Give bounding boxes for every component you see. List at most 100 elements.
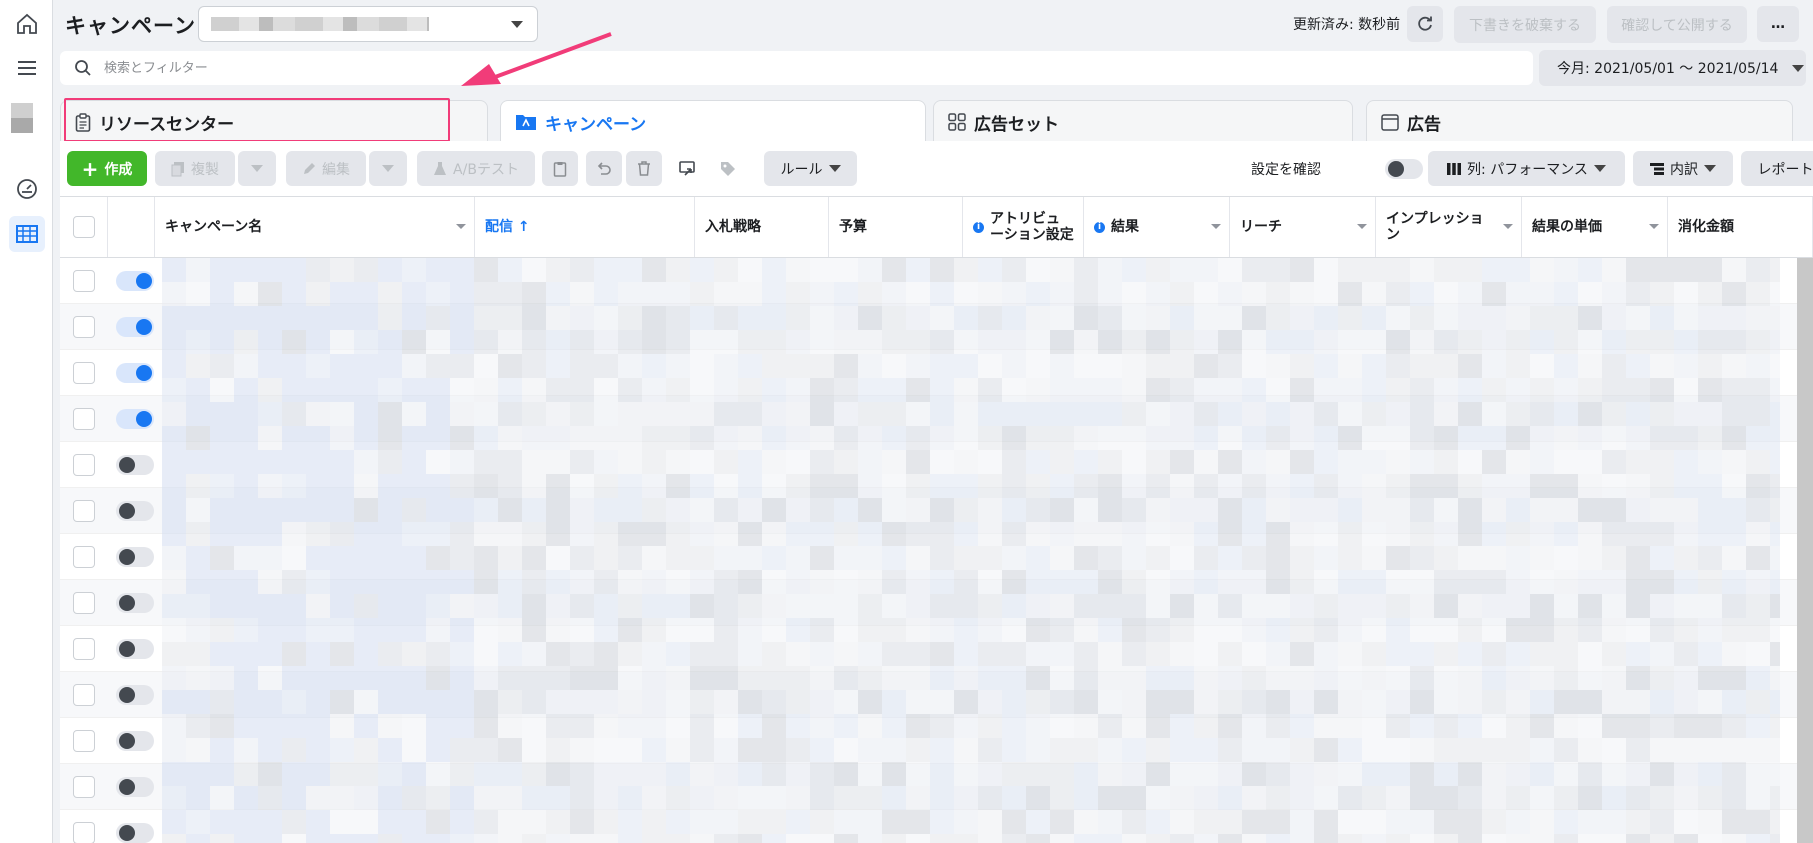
chevron-down-icon [828,165,841,172]
campaign-status-toggle[interactable] [116,363,154,383]
redaction-block [1050,330,1074,354]
redaction-block [1362,426,1386,450]
date-range-picker[interactable]: 今月: 2021/05/01 〜 2021/05/14 [1539,50,1806,86]
rules-dropdown[interactable]: ルール [764,151,857,186]
column-header-budget[interactable]: 予算 [829,197,963,257]
clipboard-button[interactable] [542,151,578,186]
redaction-block [1650,378,1674,402]
column-header-campaign-name[interactable]: キャンペーン名 [155,197,475,257]
column-header-results[interactable]: i 結果 [1084,197,1230,257]
tab-resource-center[interactable]: リソースセンター [60,100,488,143]
more-options-button[interactable]: … [1757,6,1799,42]
row-checkbox[interactable] [73,730,95,752]
redaction-block [954,426,978,450]
ab-test-button[interactable]: A/Bテスト [417,151,535,186]
campaign-status-toggle[interactable] [116,501,154,521]
redaction-block [1050,594,1074,618]
redaction-block [810,690,834,714]
redaction-block [1458,786,1482,810]
tab-ads[interactable]: 広告 [1366,100,1793,143]
select-all-checkbox[interactable] [73,216,95,238]
row-checkbox[interactable] [73,592,95,614]
create-button[interactable]: + 作成 [67,151,147,186]
redaction-block [1218,810,1242,834]
redaction-block [1122,330,1146,354]
row-checkbox[interactable] [73,500,95,522]
account-avatar[interactable] [11,103,33,133]
tab-campaigns[interactable]: キャンペーン [500,100,926,143]
row-checkbox[interactable] [73,408,95,430]
redaction-block [666,378,690,402]
redaction-block [474,762,498,786]
redaction-block [1242,378,1266,402]
redaction-block [642,282,666,306]
tab-ad-sets[interactable]: 広告セット [933,100,1353,143]
campaign-status-toggle[interactable] [116,409,154,429]
campaign-status-toggle[interactable] [116,731,154,751]
column-header-cost-per-result[interactable]: 結果の単価 [1522,197,1668,257]
undo-button[interactable] [586,151,622,186]
redaction-block [858,642,882,666]
row-checkbox[interactable] [73,546,95,568]
redaction-block [666,450,690,474]
column-header-impressions[interactable]: インプレッショ ン [1376,197,1522,257]
campaign-status-toggle[interactable] [116,685,154,705]
redaction-block [426,354,450,378]
review-publish-button[interactable]: 確認して公開する [1607,6,1747,43]
redaction-block [1530,450,1554,474]
campaign-status-toggle[interactable] [116,455,154,475]
redaction-block [1410,786,1434,810]
redaction-block [1170,306,1194,330]
redaction-block [474,426,498,450]
row-checkbox[interactable] [73,454,95,476]
tag-button[interactable] [710,151,746,186]
redaction-block [1506,714,1530,738]
duplicate-dropdown[interactable] [238,151,276,186]
redaction-block [954,642,978,666]
edit-button[interactable]: 編集 [286,151,366,186]
column-header-amount-spent[interactable]: 消化金額 [1668,197,1813,257]
edit-dropdown[interactable] [369,151,407,186]
campaign-status-toggle[interactable] [116,317,154,337]
redaction-block [162,426,186,450]
redaction-block [762,522,786,546]
menu-icon[interactable] [9,50,45,86]
duplicate-button[interactable]: 複製 [155,151,235,186]
redaction-block [210,762,234,786]
check-settings-toggle[interactable] [1385,159,1423,179]
campaign-status-toggle[interactable] [116,777,154,797]
table-icon[interactable] [9,216,45,252]
campaign-status-toggle[interactable] [116,593,154,613]
column-header-bid-strategy[interactable]: 入札戦略 [695,197,829,257]
campaign-status-toggle[interactable] [116,271,154,291]
columns-dropdown[interactable]: 列: パフォーマンス [1428,151,1625,186]
delete-button[interactable] [626,151,662,186]
preview-button[interactable] [670,151,706,186]
breakdown-dropdown[interactable]: 内訳 [1633,151,1733,186]
redaction-block [1602,378,1626,402]
campaign-status-toggle[interactable] [116,823,154,843]
row-checkbox[interactable] [73,776,95,798]
row-checkbox[interactable] [73,638,95,660]
column-header-attribution[interactable]: i アトリビュ ーション設定 [963,197,1084,257]
vertical-scrollbar[interactable] [1797,258,1813,843]
refresh-button[interactable] [1407,6,1443,42]
column-header-reach[interactable]: リーチ [1230,197,1376,257]
redaction-block [1266,474,1290,498]
discard-draft-button[interactable]: 下書きを破棄する [1454,6,1596,43]
campaign-status-toggle[interactable] [116,547,154,567]
row-checkbox[interactable] [73,316,95,338]
row-checkbox[interactable] [73,684,95,706]
row-checkbox[interactable] [73,270,95,292]
redaction-block [1218,498,1242,522]
campaign-status-toggle[interactable] [116,639,154,659]
reports-dropdown[interactable]: レポート [1741,151,1813,186]
redaction-block [1434,354,1458,378]
home-icon[interactable] [9,6,45,42]
row-checkbox[interactable] [73,362,95,384]
row-checkbox[interactable] [73,822,95,843]
column-header-delivery[interactable]: 配信 ↑ [475,197,695,257]
gauge-icon[interactable] [9,171,45,207]
redaction-block [714,618,738,642]
redaction-block [978,690,1002,714]
